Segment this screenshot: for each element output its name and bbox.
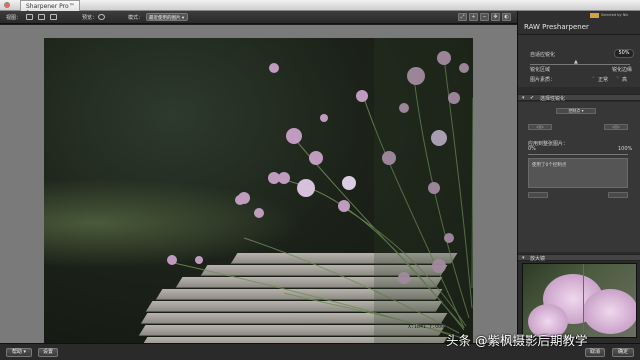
zoom-out-icon[interactable]: − [480,13,489,21]
close-window-icon[interactable] [4,2,10,8]
panel-header: Selected by Nik RAW Presharpener [518,11,640,35]
delete-point-button[interactable] [608,192,628,198]
remove-control-point-button[interactable]: ◁ ▷ [604,124,628,130]
sharpen-edges-label: 锐化边缘 [612,67,633,73]
photo-preview[interactable] [44,38,473,347]
adaptive-sharpening-label: 自适应锐化 [530,52,556,58]
adaptive-sharpening-value[interactable]: 50% [614,49,634,58]
selective-sharpening-label: 选择性锐化 [540,96,566,102]
raw-presharpener-settings: 自适应锐化 50% ▲ 锐化区域 锐化边缘 图片素质： ◦ 正常 ◦ 高 [518,35,640,87]
cancel-button[interactable]: 取消 [585,348,605,357]
image-canvas[interactable]: X:1841 Y:0000 [0,25,517,347]
toolbar: 视图： 预览： 模式： 最近使用的图片 ▾ ⤢ + − ✥ ◐ [0,11,517,24]
nik-logo-mark [590,13,599,18]
loupe-label: 放大镜 [530,256,546,262]
loupe-collapse-icon[interactable]: ▾ [522,255,525,261]
title-bar: Sharpener Pro™ 3 [0,0,640,17]
background-color-icon[interactable]: ◐ [502,13,511,21]
slider-handle-icon[interactable]: ▲ [574,59,578,65]
mode-label: 模式： [128,15,144,21]
collapse-arrow-icon[interactable]: ▾ [522,95,525,101]
range-max-label: 100% [618,146,633,152]
range-min-label: 0% [528,146,536,152]
zoom-fit-icon[interactable]: ⤢ [458,13,467,21]
sharpen-balance-slider[interactable] [530,64,630,65]
selective-sharpening-settings: 控制点 ▾ ◁ ▷ ◁ ▷ 应用到整张图片： 0% 100% 使用了0个控制点 [518,102,640,252]
filter-title: RAW Presharpener [524,23,589,31]
add-control-point-button[interactable]: ◁ ▷ [528,124,552,130]
preview-split-line[interactable] [583,264,584,337]
apply-amount-slider[interactable] [528,154,628,155]
enable-checkbox-icon[interactable]: ✔ [530,95,534,101]
control-points-list[interactable]: 使用了0个控制点 [528,158,628,188]
quality-radio-high-icon[interactable]: ◦ [616,75,619,81]
zoom-in-icon[interactable]: + [469,13,478,21]
app-title-tab: Sharpener Pro™ 3 [20,0,80,17]
preview-toggle-icon[interactable] [98,14,105,20]
view-label: 视图： [6,15,22,21]
help-button[interactable]: 帮助 ▾ [6,348,32,357]
quality-radio-normal-icon[interactable]: ◦ [592,75,595,81]
loupe-preview[interactable] [522,263,637,338]
split-view-icon[interactable] [38,14,45,20]
preview-petal [583,289,636,334]
single-view-icon[interactable] [26,14,33,20]
loupe-header[interactable]: ▾ 放大镜 [518,254,640,262]
coordinate-readout: X:1841 Y:0000 [408,324,448,330]
settings-button[interactable]: 设置 [38,348,58,357]
side-by-side-view-icon[interactable] [50,14,57,20]
quality-option-normal[interactable]: 正常 [598,76,608,83]
quality-option-high[interactable]: 高 [622,76,627,83]
dianthus-flowers [167,38,473,347]
show-mask-button[interactable] [528,192,548,198]
mode-select[interactable]: 最近使用的图片 ▾ [146,13,188,21]
preview-label: 预览： [82,15,98,21]
control-point-dropdown[interactable]: 控制点 ▾ [556,108,596,114]
nik-logo: Selected by Nik [590,13,638,19]
ok-button[interactable]: 确定 [612,348,634,357]
pan-icon[interactable]: ✥ [491,13,500,21]
sharpen-areas-label: 锐化区域 [530,67,551,73]
nik-logo-text: Selected by Nik [601,13,629,17]
toolbar-right-icons: ⤢ + − ✥ ◐ [458,13,511,21]
filter-control-panel: Selected by Nik RAW Presharpener 自适应锐化 5… [517,11,640,343]
image-quality-label: 图片素质： [530,77,556,83]
control-points-count: 使用了0个控制点 [532,163,567,168]
selective-sharpening-header[interactable]: ▾ ✔ 选择性锐化 [518,94,640,102]
window-controls[interactable] [4,2,10,8]
watermark-text: 头条 @紫枫摄影后期教学 [446,333,588,348]
